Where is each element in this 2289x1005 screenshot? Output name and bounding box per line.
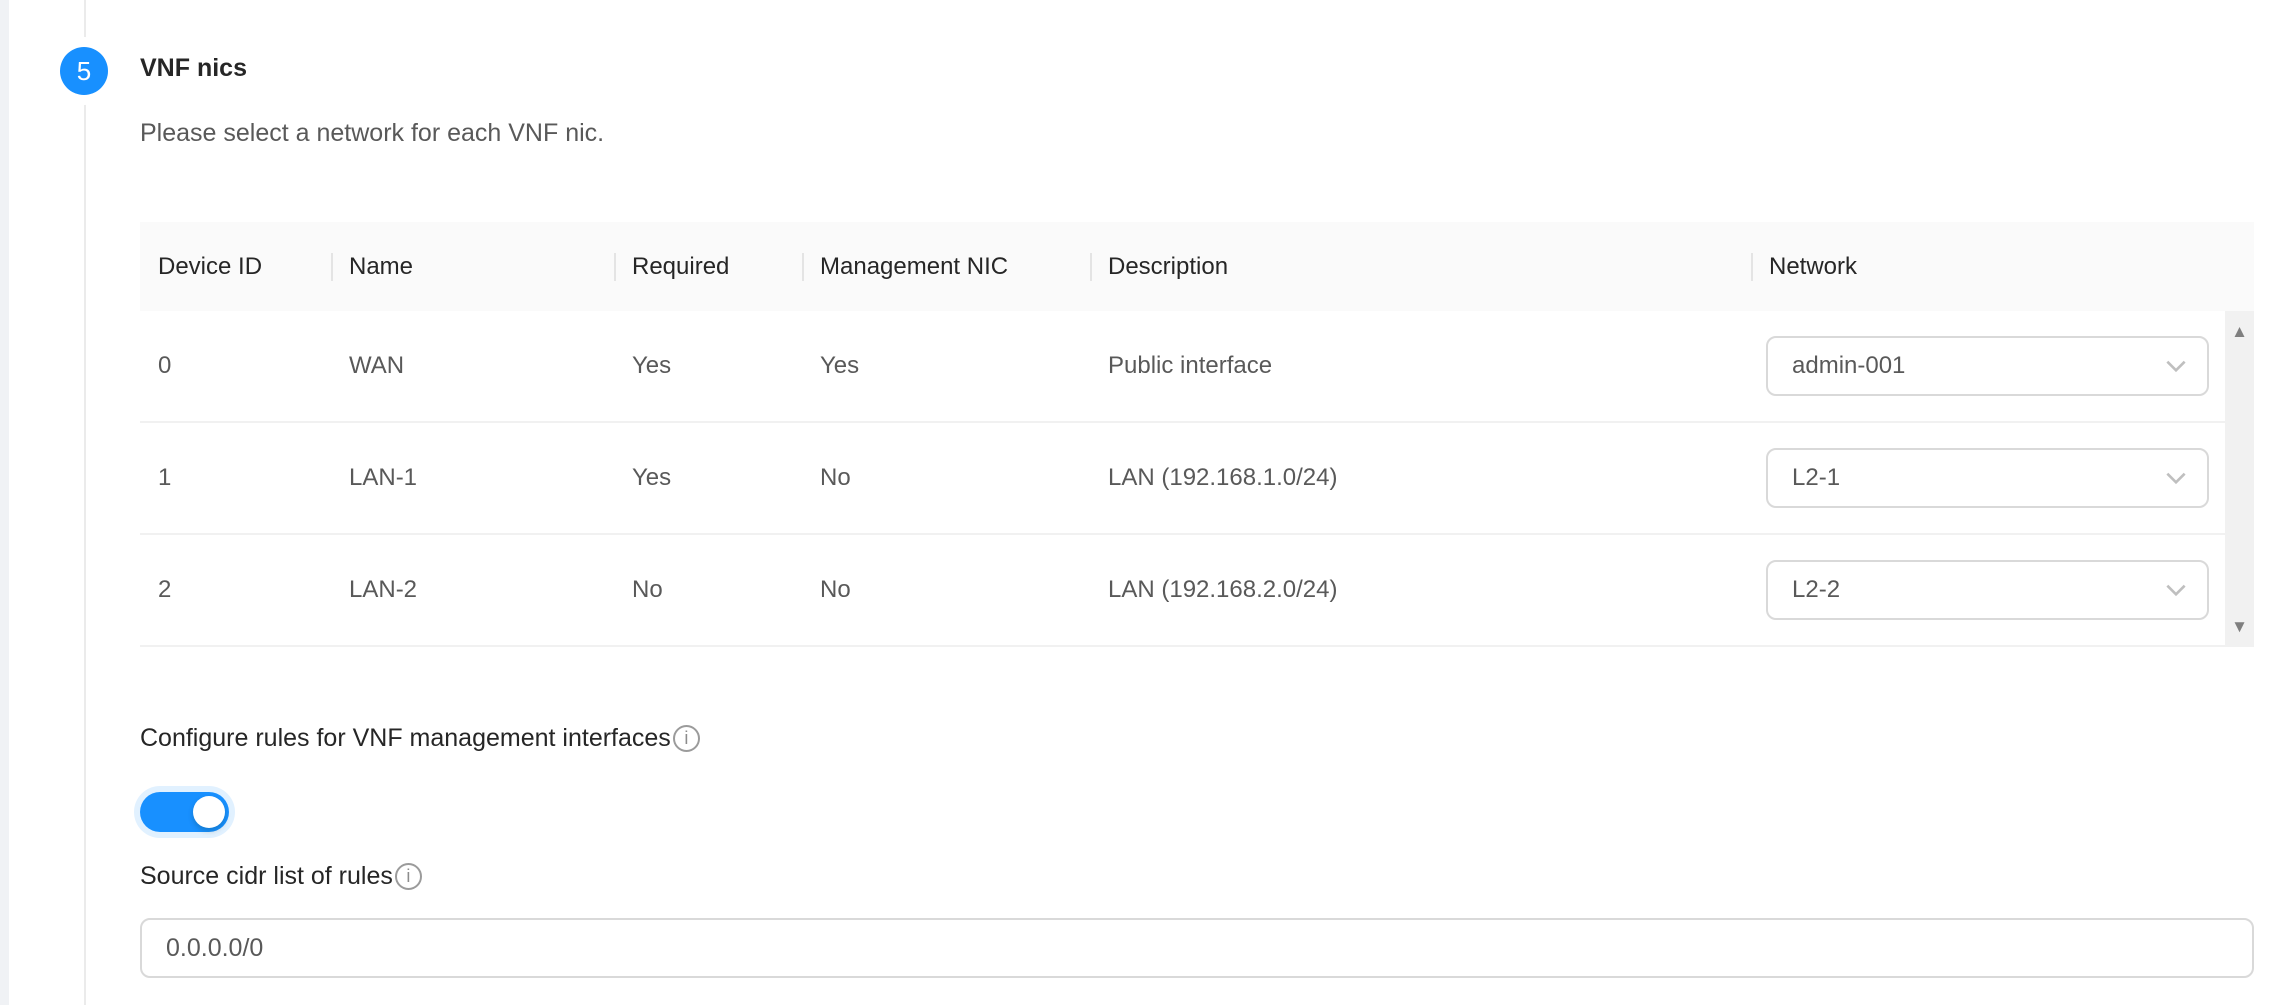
cell-device-id: 2 [140,576,331,604]
column-header-network: Network [1751,253,2225,281]
step-connector-line [84,0,86,1005]
cell-device-id: 1 [140,464,331,492]
step-description: Please select a network for each VNF nic… [140,119,604,148]
info-icon[interactable]: i [395,863,422,890]
cell-required: No [614,576,802,604]
cell-description: LAN (192.168.2.0/24) [1090,576,1751,604]
info-icon[interactable]: i [673,725,700,752]
source-cidr-input[interactable] [140,918,2254,978]
cell-management-nic: No [802,464,1090,492]
cell-network: admin-001 [1751,336,2225,396]
step-number: 5 [77,56,91,87]
column-header-required: Required [614,253,802,281]
table-body: 0 WAN Yes Yes Public interface admin-001… [140,311,2254,647]
scroll-down-arrow-icon[interactable]: ▼ [2225,618,2254,635]
table-row: 0 WAN Yes Yes Public interface admin-001 [140,311,2254,423]
chevron-down-icon [2163,465,2189,491]
management-rules-toggle[interactable] [140,792,229,832]
source-cidr-label: Source cidr list of rules i [140,862,422,891]
cell-management-nic: Yes [802,352,1090,380]
network-select-value: L2-1 [1792,464,1840,492]
network-select-value: L2-2 [1792,576,1840,604]
table-row: 1 LAN-1 Yes No LAN (192.168.1.0/24) L2-1 [140,423,2254,535]
table-scrollbar[interactable]: ▲ ▼ [2225,311,2254,647]
cell-required: Yes [614,352,802,380]
table-header-row: Device ID Name Required Management NIC D… [140,222,2254,311]
chevron-down-icon [2163,353,2189,379]
step-title: VNF nics [140,54,247,83]
vnf-nics-table: Device ID Name Required Management NIC D… [140,222,2254,647]
column-header-device-id: Device ID [140,253,331,281]
column-header-name: Name [331,253,614,281]
source-cidr-label-text: Source cidr list of rules [140,862,393,891]
cell-network: L2-1 [1751,448,2225,508]
cell-name: LAN-1 [331,464,614,492]
cell-device-id: 0 [140,352,331,380]
table-row: 2 LAN-2 No No LAN (192.168.2.0/24) L2-2 [140,535,2254,647]
cell-management-nic: No [802,576,1090,604]
network-select-value: admin-001 [1792,352,1905,380]
chevron-down-icon [2163,577,2189,603]
column-header-management-nic: Management NIC [802,253,1090,281]
network-select[interactable]: admin-001 [1766,336,2209,396]
network-select[interactable]: L2-1 [1766,448,2209,508]
page-left-edge [0,0,9,1005]
toggle-knob [193,796,225,828]
cell-name: LAN-2 [331,576,614,604]
column-header-description: Description [1090,253,1751,281]
cell-network: L2-2 [1751,560,2225,620]
cell-description: LAN (192.168.1.0/24) [1090,464,1751,492]
network-select[interactable]: L2-2 [1766,560,2209,620]
step-number-badge: 5 [60,47,108,95]
cell-name: WAN [331,352,614,380]
cell-description: Public interface [1090,352,1751,380]
scroll-up-arrow-icon[interactable]: ▲ [2225,323,2254,340]
cell-required: Yes [614,464,802,492]
configure-rules-label-text: Configure rules for VNF management inter… [140,724,671,753]
configure-rules-label: Configure rules for VNF management inter… [140,724,700,753]
